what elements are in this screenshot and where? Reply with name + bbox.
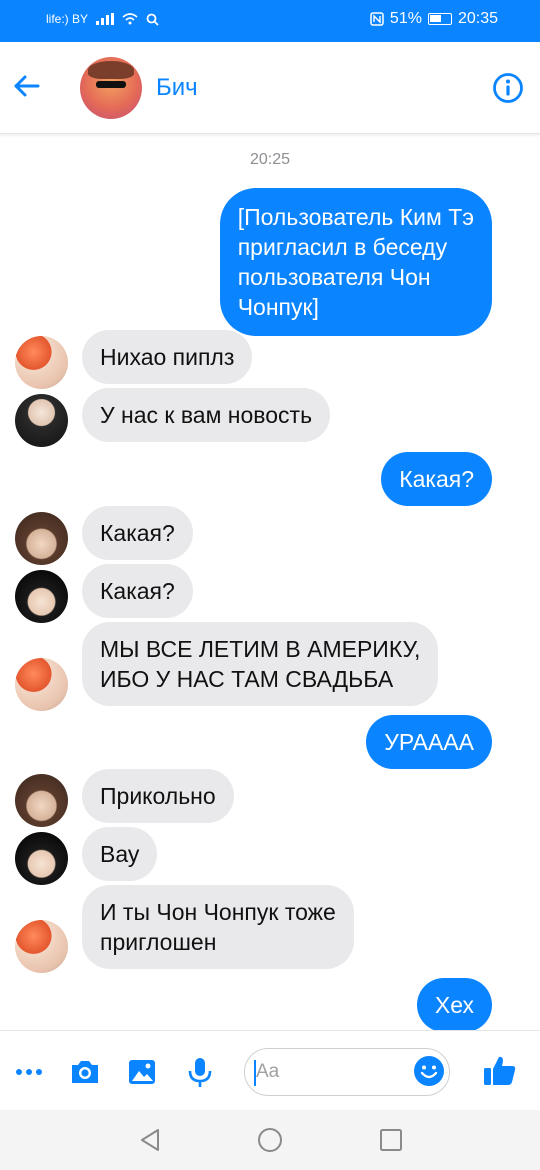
message-bubble-incoming[interactable]: Вау (82, 827, 158, 881)
sender-avatar[interactable] (15, 920, 68, 973)
message-input-placeholder: Aa (256, 1061, 280, 1082)
message-bubble-incoming[interactable]: Какая? (82, 506, 193, 560)
more-icon[interactable] (12, 1055, 46, 1089)
signal-icon (96, 13, 115, 25)
sender-avatar[interactable] (15, 512, 68, 565)
message-bubble-incoming[interactable]: МЫ ВСЕ ЛЕТИМ В АМЕРИКУ, ИБО У НАС ТАМ СВ… (82, 622, 439, 706)
battery-percent: 51% (389, 10, 422, 27)
sender-avatar[interactable] (15, 336, 68, 389)
message-bubble-incoming[interactable]: Прикольно (82, 769, 234, 823)
message-timestamp: 20:25 (249, 151, 291, 168)
status-bar: life:) BY 51% 20:35 (0, 0, 540, 42)
composer-bar: Aa (0, 1030, 540, 1110)
message-bubble-incoming[interactable]: У нас к вам новость (82, 388, 331, 442)
contact-avatar[interactable] (80, 57, 142, 119)
sender-avatar[interactable] (15, 570, 68, 623)
back-arrow-icon[interactable] (10, 68, 46, 104)
message-bubble-outgoing[interactable]: Какая? (381, 452, 492, 506)
message-list[interactable]: 20:25 [Пользователь Ким Тэ пригласил в б… (0, 134, 540, 1032)
status-left: life:) BY (46, 12, 159, 26)
gallery-icon[interactable] (125, 1055, 159, 1089)
contact-name[interactable]: Бич (156, 74, 198, 102)
nav-recents-icon[interactable] (378, 1127, 404, 1153)
emoji-icon[interactable] (413, 1055, 445, 1087)
sender-avatar[interactable] (15, 832, 68, 885)
search-icon (146, 13, 159, 26)
nav-back-icon[interactable] (138, 1127, 164, 1153)
message-bubble-outgoing[interactable]: УРАААА (366, 715, 492, 769)
sender-avatar[interactable] (15, 774, 68, 827)
nav-home-icon[interactable] (257, 1127, 283, 1153)
microphone-icon[interactable] (183, 1055, 217, 1089)
message-bubble-incoming[interactable]: Нихао пиплз (82, 330, 253, 384)
like-icon[interactable] (482, 1053, 518, 1089)
battery-icon (427, 13, 452, 25)
message-bubble-incoming[interactable]: Какая? (82, 564, 193, 618)
sender-avatar[interactable] (15, 394, 68, 447)
message-bubble-outgoing[interactable]: Хех (416, 978, 492, 1032)
conversation-header: Бич (0, 42, 540, 134)
carrier-label: life:) BY (46, 12, 89, 26)
nfc-icon (370, 12, 384, 26)
sender-avatar[interactable] (15, 658, 68, 711)
wifi-icon (122, 13, 138, 25)
status-right: 51% 20:35 (370, 10, 498, 28)
system-nav-bar (0, 1110, 540, 1170)
message-bubble-incoming[interactable]: И ты Чон Чонпук тоже приглошен (82, 885, 354, 969)
camera-icon[interactable] (68, 1055, 102, 1089)
info-icon[interactable] (492, 72, 524, 104)
clock: 20:35 (457, 10, 498, 27)
message-bubble-outgoing[interactable]: [Пользователь Ким Тэ пригласил в беседу … (219, 188, 492, 336)
